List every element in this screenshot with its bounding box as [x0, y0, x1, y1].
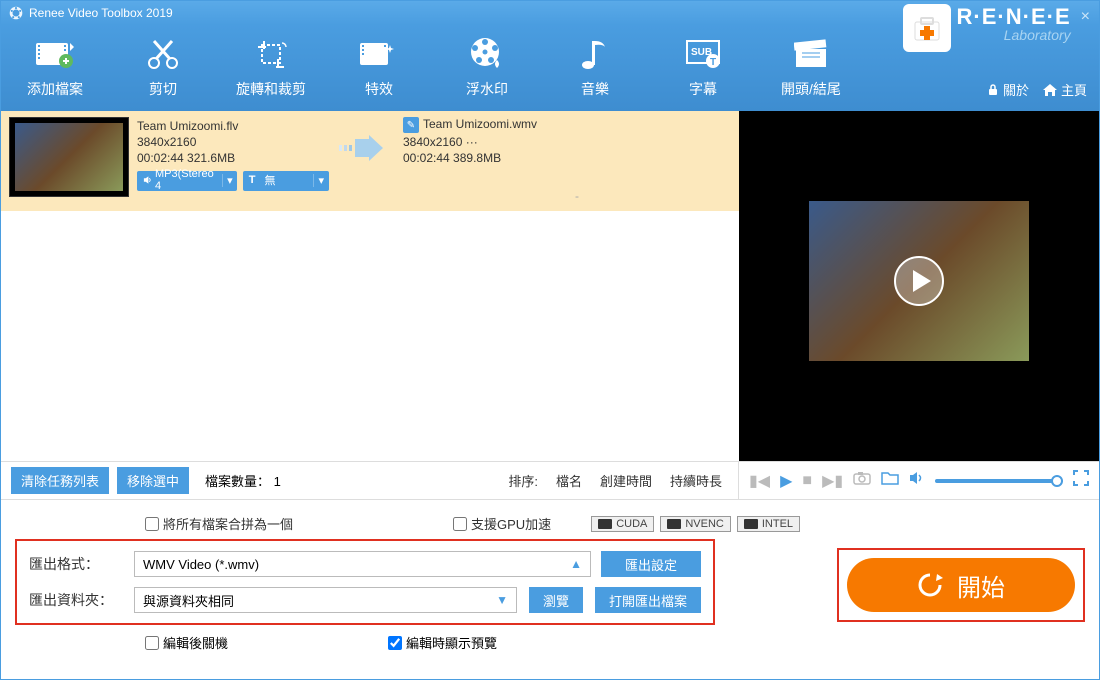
volume-icon[interactable] [909, 471, 925, 490]
toolbar-add-file[interactable]: 添加檔案 [1, 31, 109, 111]
toolbar-music[interactable]: 音樂 [541, 31, 649, 111]
music-note-icon [576, 35, 614, 73]
sort-by-name[interactable]: 檔名 [556, 471, 582, 490]
export-settings-box: 匯出格式： WMV Video (*.wmv)▲ 匯出設定 匯出資料夾： 與源資… [15, 539, 715, 625]
lock-icon [987, 84, 999, 96]
clear-list-button[interactable]: 清除任務列表 [11, 467, 109, 494]
window-title: Renee Video Toolbox 2019 [29, 6, 173, 20]
toolbar-subtitle[interactable]: SUBT 字幕 [649, 31, 757, 111]
scissors-icon [144, 35, 182, 73]
chevron-down-icon[interactable]: ▾ [313, 174, 329, 187]
play-button[interactable]: ▶ [780, 471, 792, 491]
home-icon [1043, 84, 1057, 96]
prev-button[interactable]: ▮◀ [749, 471, 770, 491]
gpu-cuda-badge[interactable]: CUDA [591, 516, 654, 532]
toolbar-effects[interactable]: 特效 [325, 31, 433, 111]
sort-label: 排序: [508, 471, 538, 490]
refresh-icon [917, 572, 943, 598]
subtitle-icon: SUBT [684, 35, 722, 73]
app-logo-icon [9, 6, 23, 20]
svg-text:T: T [710, 57, 716, 68]
gpu-intel-badge[interactable]: INTEL [737, 516, 800, 532]
toolbar-rotate-crop[interactable]: 旋轉和裁剪 [217, 31, 325, 111]
export-settings-button[interactable]: 匯出設定 [601, 551, 701, 577]
chevron-down-icon: ▼ [496, 593, 508, 607]
arrow-icon [325, 117, 395, 161]
brand-logo: R·E·N·E·E Laboratory [957, 6, 1071, 42]
gpu-nvenc-badge[interactable]: NVENC [660, 516, 731, 532]
toolbar-intro-outro[interactable]: 開頭/結尾 [757, 31, 865, 111]
toolbar-cut[interactable]: 剪切 [109, 31, 217, 111]
sort-by-duration[interactable]: 持續時長 [670, 471, 722, 490]
remove-selected-button[interactable]: 移除選中 [117, 467, 189, 494]
camera-button[interactable] [853, 471, 871, 490]
stop-button[interactable]: ■ [802, 472, 812, 490]
chevron-up-icon: ▲ [570, 557, 582, 571]
source-resolution: 3840x2160 [137, 135, 317, 149]
speaker-icon [143, 175, 152, 185]
preview-checkbox[interactable]: 編輯時顯示預覽 [388, 633, 497, 652]
file-row[interactable]: Team Umizoomi.flv 3840x2160 00:02:44 321… [1, 111, 739, 211]
output-filename: Team Umizoomi.wmv [423, 117, 537, 131]
format-label: 匯出格式： [29, 554, 124, 574]
source-filename: Team Umizoomi.flv [137, 119, 317, 133]
shutdown-checkbox[interactable]: 編輯後關機 [145, 633, 228, 652]
file-count-label: 檔案數量： [205, 474, 270, 489]
output-placeholder: - [575, 117, 579, 203]
start-box: 開始 [837, 548, 1085, 622]
play-icon[interactable] [894, 256, 944, 306]
first-aid-icon[interactable] [903, 4, 951, 52]
next-button[interactable]: ▶▮ [822, 471, 843, 491]
reel-droplet-icon [468, 35, 506, 73]
browse-button[interactable]: 瀏覽 [529, 587, 583, 613]
start-button[interactable]: 開始 [847, 558, 1075, 612]
chevron-down-icon[interactable]: ▾ [222, 174, 237, 187]
format-combo[interactable]: WMV Video (*.wmv)▲ [134, 551, 591, 577]
about-link[interactable]: 關於 [987, 80, 1029, 99]
audio-chip[interactable]: MP3(Stereo 4 ▾ [137, 171, 237, 191]
fullscreen-button[interactable] [1073, 470, 1089, 491]
folder-combo[interactable]: 與源資料夾相同▼ [134, 587, 517, 613]
crop-rotate-icon [252, 35, 290, 73]
subtitle-chip[interactable]: T 無 ▾ [243, 171, 329, 191]
volume-slider[interactable] [935, 479, 1063, 483]
toolbar-watermark[interactable]: 浮水印 [433, 31, 541, 111]
file-count-value: 1 [274, 474, 281, 489]
open-output-button[interactable]: 打開匯出檔案 [595, 587, 701, 613]
edit-icon[interactable]: ✎ [403, 117, 419, 133]
filmstrip-plus-icon [36, 35, 74, 73]
close-button[interactable]: × [1081, 8, 1090, 26]
folder-button[interactable] [881, 471, 899, 490]
preview-panel [739, 111, 1099, 461]
file-list: Team Umizoomi.flv 3840x2160 00:02:44 321… [1, 111, 739, 461]
merge-checkbox[interactable]: 將所有檔案合拼為一個 [145, 514, 293, 533]
folder-label: 匯出資料夾： [29, 590, 124, 610]
home-link[interactable]: 主頁 [1043, 80, 1087, 99]
output-duration-size: 00:02:44 389.8MB [403, 151, 537, 165]
filmstrip-sparkle-icon [360, 35, 398, 73]
gpu-checkbox[interactable]: 支援GPU加速 [453, 514, 551, 533]
file-thumbnail[interactable] [9, 117, 129, 197]
slate-icon [792, 35, 830, 73]
preview-thumbnail[interactable] [809, 201, 1029, 361]
sort-by-created[interactable]: 創建時間 [600, 471, 652, 490]
source-duration-size: 00:02:44 321.6MB [137, 151, 317, 165]
output-resolution: 3840x2160 ··· [403, 135, 537, 149]
